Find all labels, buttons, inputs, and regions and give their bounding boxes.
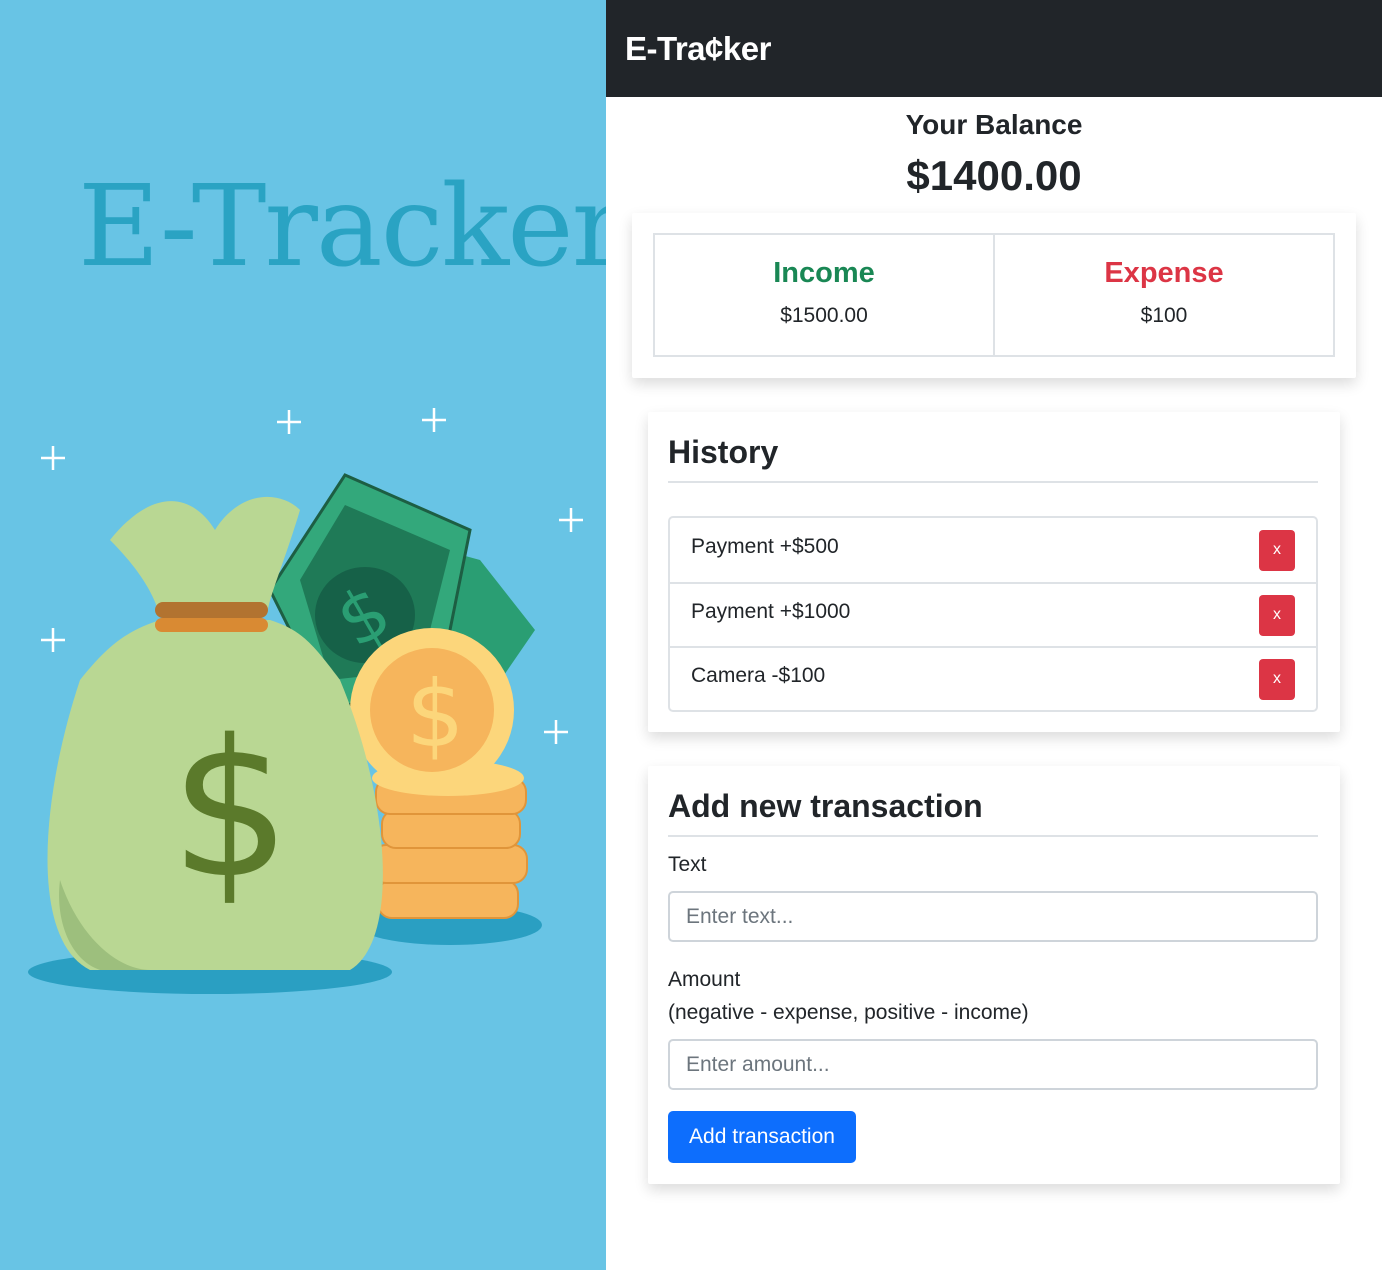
text-input[interactable] bbox=[668, 891, 1318, 942]
expense-cell: Expense $100 bbox=[993, 235, 1333, 355]
delete-transaction-button[interactable]: x bbox=[1259, 594, 1295, 636]
expense-label: Expense bbox=[1104, 257, 1224, 289]
add-transaction-button[interactable]: Add transaction bbox=[668, 1111, 856, 1163]
add-transaction-title: Add new transaction bbox=[668, 788, 983, 824]
amount-field-label: Amount bbox=[668, 968, 741, 991]
add-transaction-card: Add new transaction Text Amount (negativ… bbox=[648, 766, 1340, 1184]
history-divider bbox=[668, 481, 1318, 483]
navbar: E-Tra¢ker bbox=[606, 0, 1382, 97]
expense-amount: $100 bbox=[1140, 304, 1188, 327]
history-item-text: Camera -$100 bbox=[691, 664, 826, 687]
history-card: History Payment +$500 x Payment +$1000 x… bbox=[648, 412, 1340, 732]
income-expense-grid: Income $1500.00 Expense $100 bbox=[653, 233, 1335, 357]
amount-input[interactable] bbox=[668, 1039, 1318, 1090]
svg-text:$: $ bbox=[406, 661, 465, 768]
balance-value: $1400.00 bbox=[906, 152, 1082, 199]
delete-transaction-button[interactable]: x bbox=[1259, 529, 1295, 571]
income-amount: $1500.00 bbox=[780, 304, 868, 327]
amount-field-hint: (negative - expense, positive - income) bbox=[668, 1001, 1029, 1024]
hero-title: E-Tracker bbox=[78, 162, 606, 292]
income-label: Income bbox=[773, 257, 875, 289]
income-expense-card: Income $1500.00 Expense $100 bbox=[632, 213, 1356, 378]
money-bag-illustration: $ $ $ bbox=[28, 408, 583, 994]
history-item-text: Payment +$1000 bbox=[691, 600, 851, 623]
history-list: Payment +$500 x Payment +$1000 x Camera … bbox=[668, 516, 1318, 712]
hero-panel: E-Tracker $ $ $ bbox=[0, 0, 606, 1270]
history-item: Payment +$500 x bbox=[670, 518, 1316, 582]
text-field-label: Text bbox=[668, 853, 707, 876]
income-cell: Income $1500.00 bbox=[655, 235, 993, 355]
svg-text:$: $ bbox=[170, 699, 291, 920]
app-panel: E-Tra¢ker Your Balance $1400.00 Income $… bbox=[606, 0, 1382, 1270]
history-item-text: Payment +$500 bbox=[691, 535, 839, 558]
brand-logo[interactable]: E-Tra¢ker bbox=[625, 30, 771, 68]
history-item: Camera -$100 x bbox=[670, 646, 1316, 710]
delete-transaction-button[interactable]: x bbox=[1259, 658, 1295, 700]
add-transaction-divider bbox=[668, 835, 1318, 837]
balance-label: Your Balance bbox=[905, 109, 1083, 140]
history-item: Payment +$1000 x bbox=[670, 582, 1316, 646]
history-title: History bbox=[668, 434, 779, 470]
